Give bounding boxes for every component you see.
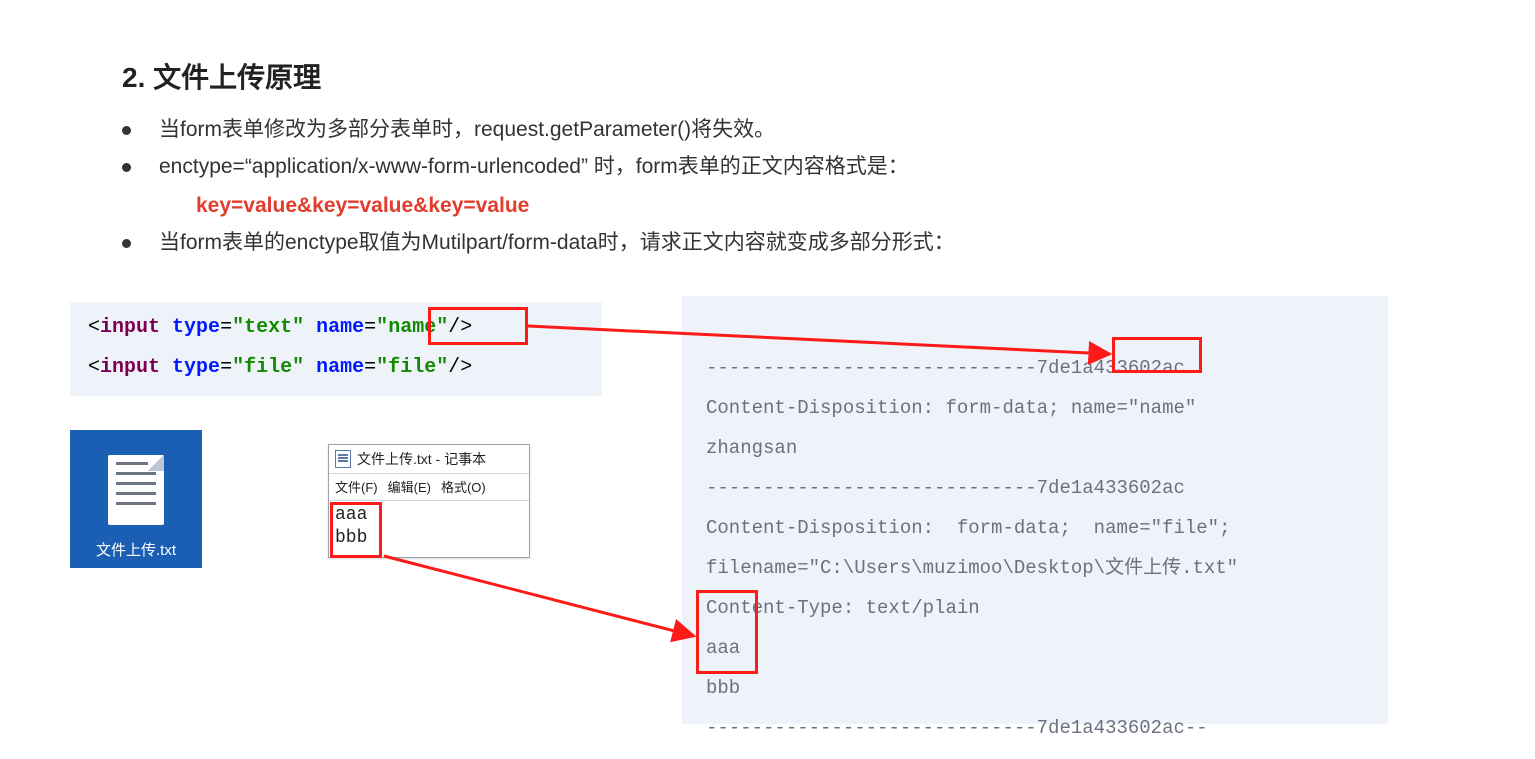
file-name-label: 文件上传.txt bbox=[96, 539, 176, 560]
notepad-window: 文件上传.txt - 记事本 文件(F) 编辑(E) 格式(O) aaa bbb bbox=[328, 444, 530, 558]
tok: < bbox=[88, 316, 100, 339]
bullet-item: 当form表单的enctype取值为Mutilpart/form-data时，请… bbox=[122, 225, 1172, 262]
bullet-item: enctype=“application/x-www-form-urlencod… bbox=[122, 149, 1172, 226]
bullet-dot-icon bbox=[122, 239, 131, 248]
tok: " bbox=[436, 356, 448, 379]
notepad-app-icon bbox=[335, 450, 351, 468]
code-line: <input type="file" name="file"/> bbox=[70, 348, 602, 388]
tok: file bbox=[388, 356, 436, 379]
tok: /> bbox=[448, 356, 472, 379]
tok: name bbox=[316, 356, 364, 379]
tok: name bbox=[388, 316, 436, 339]
tok: " bbox=[376, 316, 388, 339]
bullet-dot-icon bbox=[122, 126, 131, 135]
payload-line: -----------------------------7de1a433602… bbox=[706, 717, 1208, 739]
bullet-text: 当form表单的enctype取值为Mutilpart/form-data时，请… bbox=[159, 225, 1172, 262]
tok: input bbox=[100, 356, 160, 379]
bullet-text: enctype=“application/x-www-form-urlencod… bbox=[159, 149, 1172, 226]
tok bbox=[160, 316, 172, 339]
kv-format-text: key=value&key=value&key=value bbox=[196, 194, 529, 217]
tok bbox=[160, 356, 172, 379]
notepad-titlebar: 文件上传.txt - 记事本 bbox=[329, 445, 529, 474]
notepad-title-text: 文件上传.txt - 记事本 bbox=[357, 449, 486, 469]
tok: = bbox=[220, 316, 232, 339]
payload-line: aaa bbox=[706, 637, 740, 659]
payload-line: zhangsan bbox=[706, 437, 797, 459]
payload-line: -----------------------------7de1a433602… bbox=[706, 357, 1185, 379]
bullet-list: 当form表单修改为多部分表单时，request.getParameter()将… bbox=[122, 112, 1172, 262]
menu-file: 文件(F) bbox=[335, 477, 378, 496]
notepad-line: bbb bbox=[335, 527, 523, 550]
tok: file bbox=[244, 356, 292, 379]
tok: /> bbox=[448, 316, 472, 339]
payload-name-value: "name" bbox=[1128, 397, 1196, 419]
payload-line: Content-Disposition: form-data; name= bbox=[706, 397, 1128, 419]
tok: < bbox=[88, 356, 100, 379]
menu-format: 格式(O) bbox=[441, 477, 486, 496]
tok: = bbox=[220, 356, 232, 379]
tok: " bbox=[292, 316, 304, 339]
notepad-body: aaa bbb bbox=[329, 501, 529, 557]
code-line: <input type="text" name="name"/> bbox=[70, 308, 602, 348]
payload-line: Content-Disposition: form-data; name="fi… bbox=[706, 517, 1231, 539]
notepad-line: aaa bbox=[335, 504, 523, 527]
bullet-dot-icon bbox=[122, 163, 131, 172]
payload-line: filename="C:\Users\muzimoo\Desktop\文件上传.… bbox=[706, 557, 1238, 579]
tok bbox=[304, 316, 316, 339]
tok: type bbox=[172, 316, 220, 339]
file-desktop-icon: 文件上传.txt bbox=[70, 430, 202, 568]
payload-line: -----------------------------7de1a433602… bbox=[706, 477, 1185, 499]
code-block-left: <input type="text" name="name"/> <input … bbox=[70, 302, 602, 396]
page: 2. 文件上传原理 当form表单修改为多部分表单时，request.getPa… bbox=[0, 0, 1535, 759]
document-icon bbox=[108, 455, 164, 525]
multipart-payload-block: -----------------------------7de1a433602… bbox=[682, 296, 1388, 724]
payload-line: bbb bbox=[706, 677, 740, 699]
tok: " bbox=[232, 356, 244, 379]
arrow-content-to-payload bbox=[384, 556, 694, 636]
tok: type bbox=[172, 356, 220, 379]
tok: " bbox=[376, 356, 388, 379]
tok: text bbox=[244, 316, 292, 339]
tok bbox=[304, 356, 316, 379]
tok: name bbox=[316, 316, 364, 339]
tok: input bbox=[100, 316, 160, 339]
tok: " bbox=[436, 316, 448, 339]
bullet-item: 当form表单修改为多部分表单时，request.getParameter()将… bbox=[122, 112, 1172, 149]
tok: = bbox=[364, 316, 376, 339]
bullet-text: 当form表单修改为多部分表单时，request.getParameter()将… bbox=[159, 112, 1172, 149]
tok: = bbox=[364, 356, 376, 379]
section-heading: 2. 文件上传原理 bbox=[122, 56, 321, 96]
notepad-menu: 文件(F) 编辑(E) 格式(O) bbox=[329, 474, 529, 501]
payload-line: Content-Type: text/plain bbox=[706, 597, 980, 619]
bullet-line: enctype=“application/x-www-form-urlencod… bbox=[159, 155, 909, 178]
tok: " bbox=[232, 316, 244, 339]
menu-edit: 编辑(E) bbox=[388, 477, 431, 496]
tok: " bbox=[292, 356, 304, 379]
